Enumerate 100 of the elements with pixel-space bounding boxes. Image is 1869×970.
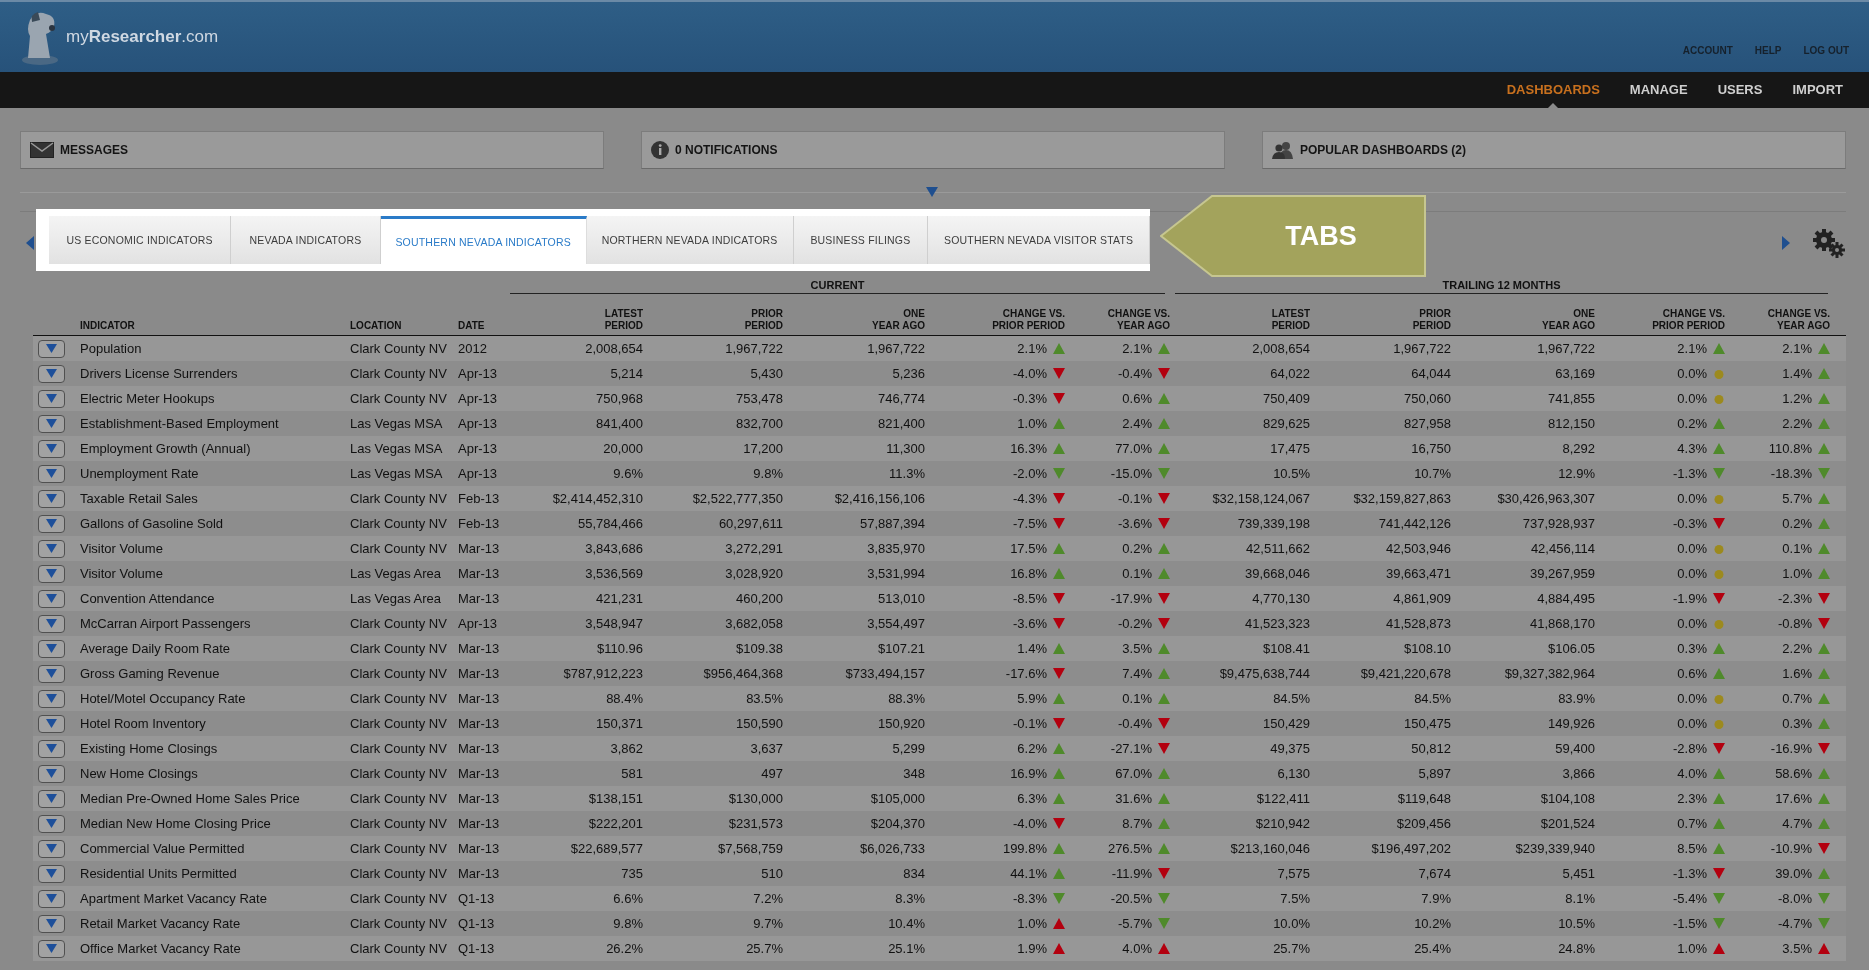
table-cell-text: Apr-13 xyxy=(458,391,499,406)
nav-tab[interactable]: USERS xyxy=(1717,72,1763,108)
table-cell: -15.0% xyxy=(1110,466,1152,481)
dropdown-button[interactable] xyxy=(38,564,65,583)
scroll-left-icon[interactable] xyxy=(26,236,34,250)
site-logo-text[interactable]: myResearcher.com xyxy=(66,27,219,47)
table-cell-text: Clark County NV xyxy=(350,516,448,531)
table-cell-text: Apartment Market Vacancy Rate xyxy=(80,891,268,906)
table-cell-text: $109.38 xyxy=(735,641,784,656)
table-cell-text: Clark County NV xyxy=(350,741,448,756)
tab[interactable]: NEVADA INDICATORS xyxy=(231,216,381,264)
table-cell-text: Employment Growth (Annual) xyxy=(80,441,252,456)
dropdown-button[interactable] xyxy=(38,464,65,483)
dropdown-button[interactable] xyxy=(38,914,65,933)
dropdown-button[interactable] xyxy=(38,689,65,708)
settings-icon[interactable] xyxy=(1812,228,1846,258)
table-cell: 2.1% xyxy=(1782,341,1812,356)
dropdown-button[interactable] xyxy=(38,439,65,458)
table-cell-text: 2012 xyxy=(458,341,488,356)
table-cell-text: $231,573 xyxy=(727,816,784,831)
dropdown-button[interactable] xyxy=(38,514,65,533)
table-cell-text: 3,548,947 xyxy=(584,616,644,631)
table-cell-text: 8.3% xyxy=(894,891,926,906)
dropdown-button[interactable] xyxy=(38,664,65,683)
tab[interactable]: SOUTHERN NEVADA VISITOR STATS xyxy=(928,216,1150,264)
table-cell-text: $210,942 xyxy=(1254,816,1311,831)
table-cell-text: 10.5% xyxy=(1272,466,1311,481)
table-cell-text: 4,884,495 xyxy=(1536,591,1596,606)
table-cell-text: $119,648 xyxy=(1396,791,1452,806)
column-header: LATEST PERIOD xyxy=(1270,308,1311,332)
table-cell: 77.0% xyxy=(1115,441,1152,456)
dropdown-button[interactable] xyxy=(38,789,65,808)
dropdown-button[interactable] xyxy=(38,414,65,433)
table-cell-text: 10.4% xyxy=(887,916,926,931)
table-cell: -0.8% xyxy=(1778,616,1812,631)
dropdown-button[interactable] xyxy=(38,589,65,608)
panel-header[interactable]: 0 NOTIFICATIONS xyxy=(641,131,1225,169)
caret-icon xyxy=(46,694,57,703)
tab[interactable]: US ECONOMIC INDICATORS xyxy=(49,216,232,264)
table-cell-text: Existing Home Closings xyxy=(80,741,219,756)
table-cell-text: $239,339,940 xyxy=(1514,841,1596,856)
table-cell-text: 39,267,959 xyxy=(1528,566,1596,581)
nav-tab[interactable]: DASHBOARDS xyxy=(1506,72,1600,108)
table-cell-text: Convention Attendance xyxy=(80,591,216,606)
tab[interactable]: SOUTHERN NEVADA INDICATORS xyxy=(380,216,587,264)
column-header: LATEST PERIOD xyxy=(603,308,644,332)
dropdown-button[interactable] xyxy=(38,364,65,383)
table-cell-text: 10.7% xyxy=(1413,466,1452,481)
table-cell-text: 735 xyxy=(620,866,644,881)
table-cell-text: 3,554,497 xyxy=(866,616,926,631)
dropdown-button[interactable] xyxy=(38,764,65,783)
dropdown-button[interactable] xyxy=(38,389,65,408)
table-cell-text: Hotel Room Inventory xyxy=(80,716,207,731)
table-cell-text: 41,528,873 xyxy=(1384,616,1452,631)
table-cell: 2.3% xyxy=(1677,791,1707,806)
table-cell-text: 150,920 xyxy=(877,716,926,731)
dropdown-button[interactable] xyxy=(38,539,65,558)
table-cell-text: 753,478 xyxy=(735,391,784,406)
table-cell-text: $9,475,638,744 xyxy=(1218,666,1311,681)
table-cell: 3.5% xyxy=(1122,641,1152,656)
tab[interactable]: NORTHERN NEVADA INDICATORS xyxy=(586,216,794,264)
caret-icon xyxy=(46,944,57,953)
nav-tab[interactable]: IMPORT xyxy=(1792,72,1843,108)
column-header: CHANGE VS. PRIOR PERIOD xyxy=(1651,308,1726,332)
panel-header[interactable]: MESSAGES xyxy=(20,131,604,169)
dropdown-button[interactable] xyxy=(38,714,65,733)
table-cell: 0.0% xyxy=(1677,616,1707,631)
nav-tab[interactable]: MANAGE xyxy=(1629,72,1688,108)
table-cell-text: 88.3% xyxy=(887,691,926,706)
dropdown-button[interactable] xyxy=(38,339,65,358)
dropdown-button[interactable] xyxy=(38,639,65,658)
table-cell: 39.0% xyxy=(1775,866,1812,881)
table-cell-text: Clark County NV xyxy=(350,541,448,556)
table-cell: 2.1% xyxy=(1017,341,1047,356)
table-cell-text: Clark County NV xyxy=(350,891,448,906)
dropdown-button[interactable] xyxy=(38,814,65,833)
table-cell: 276.5% xyxy=(1107,841,1152,856)
tab[interactable]: BUSINESS FILINGS xyxy=(793,216,929,264)
table-cell-text: Clark County NV xyxy=(350,666,448,681)
dropdown-button[interactable] xyxy=(38,839,65,858)
scroll-right-icon[interactable] xyxy=(1782,236,1790,250)
dropdown-button[interactable] xyxy=(38,864,65,883)
table-cell: 0.7% xyxy=(1782,691,1812,706)
table-cell: 0.3% xyxy=(1782,716,1812,731)
dropdown-button[interactable] xyxy=(38,939,65,958)
table-cell-text: Mar-13 xyxy=(458,666,501,681)
dropdown-button[interactable] xyxy=(38,614,65,633)
dropdown-button[interactable] xyxy=(38,489,65,508)
dropdown-button[interactable] xyxy=(38,889,65,908)
table-cell: 16.3% xyxy=(1010,441,1047,456)
dropdown-button[interactable] xyxy=(38,739,65,758)
table-cell-text: $787,912,223 xyxy=(562,666,644,681)
table-cell-text: Hotel/Motel Occupancy Rate xyxy=(80,691,247,706)
table-cell: 5.7% xyxy=(1782,491,1812,506)
table-cell: 0.0% xyxy=(1677,391,1707,406)
collapse-toggle-icon[interactable] xyxy=(925,186,939,198)
table-cell-text: 25.1% xyxy=(887,941,926,956)
table-cell-text: 42,503,946 xyxy=(1384,541,1452,556)
panel-header[interactable]: POPULAR DASHBOARDS (2) xyxy=(1262,131,1846,169)
table-cell-text: $130,000 xyxy=(727,791,784,806)
